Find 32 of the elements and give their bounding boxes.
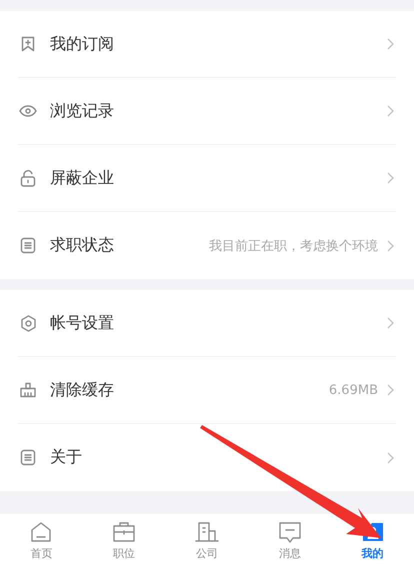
chevron-icon — [387, 38, 394, 50]
menu-item[interactable]: 帐号设置 — [18, 290, 396, 357]
building-icon — [194, 520, 219, 544]
menu-value: 6.69MB — [328, 382, 378, 398]
lock-icon — [18, 170, 38, 186]
home-icon — [29, 520, 54, 544]
menu-item[interactable]: 清除缓存 6.69MB — [18, 357, 396, 424]
menu-item[interactable]: 求职状态 我目前正在职，考虑换个环境 — [18, 212, 396, 279]
menu-label: 关于 — [50, 447, 82, 468]
chevron-icon — [387, 172, 394, 184]
chevron-icon — [387, 317, 394, 329]
menu-value: 我目前正在职，考虑换个环境 — [208, 238, 378, 254]
menu-label: 清除缓存 — [50, 380, 114, 400]
menu-item[interactable]: 浏览记录 — [18, 78, 396, 145]
briefcase-icon — [112, 520, 136, 544]
document-icon — [18, 237, 38, 254]
chevron-icon — [387, 452, 394, 464]
menu-label: 我的订阅 — [50, 34, 114, 54]
message-icon — [278, 520, 302, 544]
chevron-icon — [387, 384, 394, 396]
broom-icon — [18, 382, 38, 398]
chevron-icon — [387, 105, 394, 117]
menu-label: 屏蔽企业 — [50, 168, 114, 188]
eye-icon — [18, 105, 38, 117]
menu-label: 浏览记录 — [50, 100, 114, 122]
menu-item[interactable]: 关于 — [18, 424, 396, 491]
document-icon — [18, 449, 38, 466]
menu-label: 帐号设置 — [50, 312, 114, 334]
menu-label: 求职状态 — [50, 235, 114, 256]
menu-item[interactable]: 我的订阅 — [18, 11, 396, 78]
chevron-icon — [387, 240, 394, 252]
menu-item[interactable]: 屏蔽企业 — [18, 145, 396, 212]
